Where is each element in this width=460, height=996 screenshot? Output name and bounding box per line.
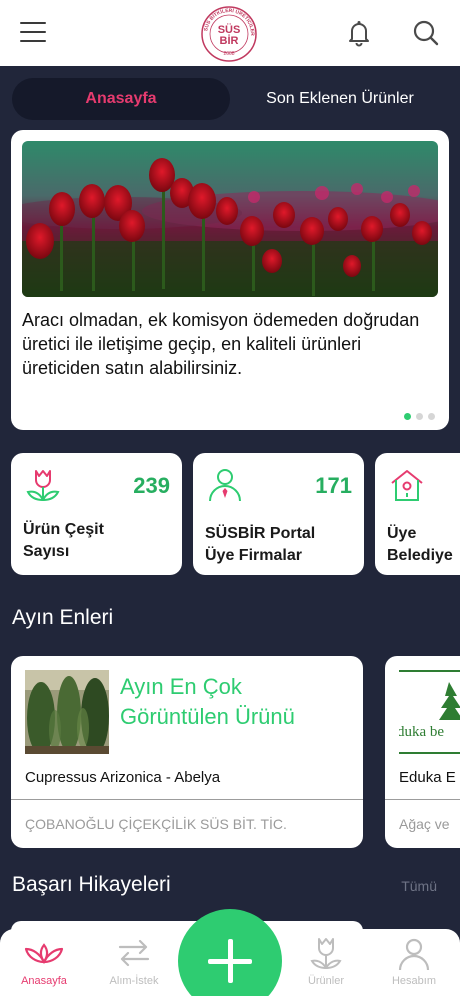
tulip-icon: [25, 467, 61, 503]
section-title-month-best: Ayın Enleri: [12, 606, 114, 629]
stat-label: Üye Belediye: [387, 525, 453, 564]
tab-label: Ürünler: [307, 975, 345, 987]
stat-label: SÜSBİR Portal Üye Firmalar: [205, 525, 316, 564]
see-all-link[interactable]: Tümü: [401, 878, 437, 894]
app-header: SÜS BİTKİLERİ ÜRETİCİLERİ BİRLİĞİ SÜS Bİ…: [0, 0, 460, 66]
tab-label: Alım-İstek: [109, 975, 159, 987]
home-segment-control: Anasayfa Son Eklenen Ürünler: [10, 78, 450, 120]
hero-carousel-card[interactable]: Aracı olmadan, ek komisyon ödemeden doğr…: [11, 130, 449, 430]
tab-products[interactable]: Ürünler: [286, 929, 366, 996]
product-headline: Ayın En Çok Görüntülen Ürünü: [120, 674, 295, 729]
lotus-icon: [24, 943, 64, 964]
stat-card-product-types[interactable]: 239 Ürün Çeşit Sayısı: [11, 453, 182, 575]
firm-logo: duka be: [399, 670, 460, 754]
tab-home[interactable]: Anasayfa: [12, 78, 230, 120]
bell-icon[interactable]: [344, 18, 374, 48]
user-icon: [398, 938, 430, 971]
svg-text:BİR: BİR: [220, 34, 239, 47]
svg-text:duka be: duka be: [399, 724, 444, 740]
swap-arrows-icon: [118, 939, 150, 967]
stat-card-member-municipalities[interactable]: Üye Belediye: [375, 453, 460, 575]
tab-label: Hesabım: [391, 975, 437, 987]
tab-label: Anasayfa: [21, 975, 67, 987]
stat-value: 239: [133, 473, 170, 498]
stat-value: 171: [315, 473, 352, 498]
stat-label: Ürün Çeşit Sayısı: [23, 521, 104, 560]
product-thumbnail: [25, 670, 109, 754]
birdhouse-icon: [389, 467, 425, 503]
section-title-success-stories: Başarı Hikayeleri: [12, 873, 171, 896]
search-icon[interactable]: [411, 18, 441, 48]
member-icon: [207, 467, 243, 503]
carousel-pagination[interactable]: [404, 413, 435, 420]
product-firm: ÇOBANOĞLU ÇİÇEKÇİLİK SÜS BİT. TİC.: [25, 816, 287, 832]
tulip-field-image: [22, 141, 438, 297]
product-name: Eduka E: [399, 769, 456, 786]
carousel-dot[interactable]: [404, 413, 411, 420]
divider: [385, 799, 460, 800]
svg-text:2008: 2008: [223, 51, 234, 57]
carousel-dot[interactable]: [428, 413, 435, 420]
product-firm: Ağaç ve: [399, 816, 450, 832]
product-card[interactable]: duka be Eduka E Ağaç ve: [385, 656, 460, 848]
carousel-dot[interactable]: [416, 413, 423, 420]
tulip-icon: [310, 938, 342, 970]
stat-card-member-firms[interactable]: 171 SÜSBİR Portal Üye Firmalar: [193, 453, 364, 575]
tab-purchase-request[interactable]: Alım-İstek: [94, 929, 174, 996]
product-card[interactable]: Ayın En Çok Görüntülen Ürünü Cupressus A…: [11, 656, 363, 848]
hero-description: Aracı olmadan, ek komisyon ödemeden doğr…: [22, 310, 420, 378]
tab-account[interactable]: Hesabım: [374, 929, 454, 996]
divider: [11, 799, 363, 800]
tab-recent-products[interactable]: Son Eklenen Ürünler: [230, 78, 450, 120]
product-name: Cupressus Arizonica - Abelya: [25, 769, 221, 786]
susbir-logo[interactable]: SÜS BİTKİLERİ ÜRETİCİLERİ BİRLİĞİ SÜS Bİ…: [197, 0, 259, 64]
menu-icon[interactable]: [20, 20, 48, 46]
tab-home-nav[interactable]: Anasayfa: [4, 929, 84, 996]
